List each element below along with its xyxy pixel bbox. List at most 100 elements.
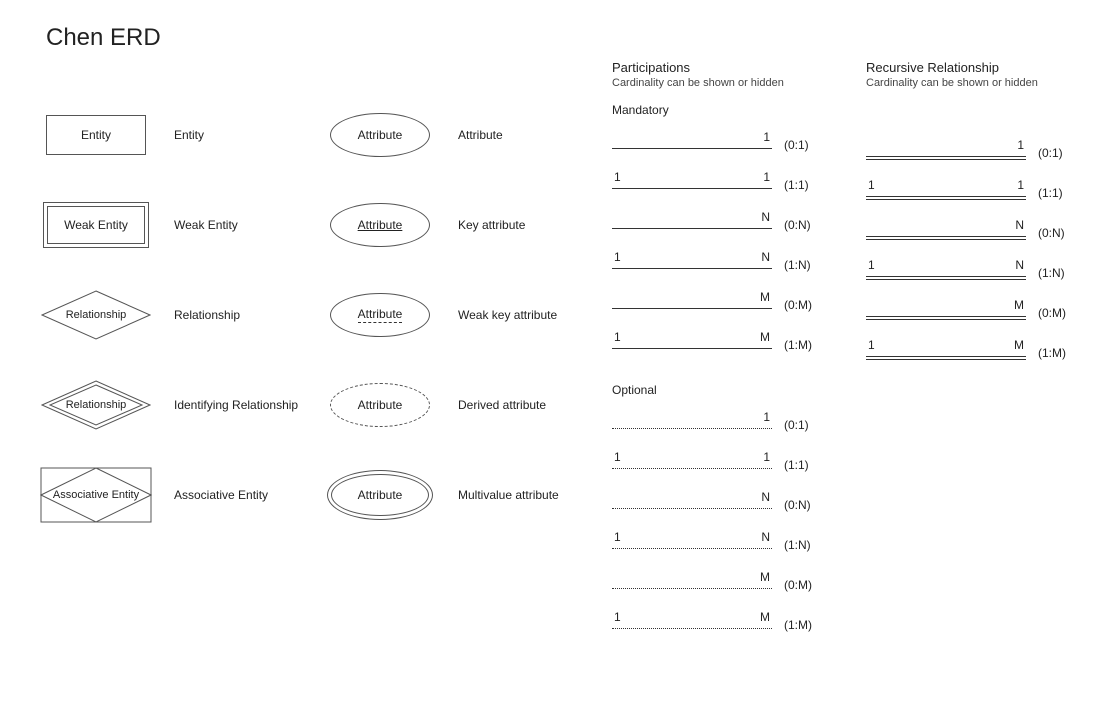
shape-text: Attribute — [358, 128, 403, 142]
recursive-subheading: Cardinality can be shown or hidden — [866, 77, 1096, 89]
cardinality-left: 1 — [614, 450, 621, 464]
cardinality-left: 1 — [614, 530, 621, 544]
cardinality-row: M (0:M) — [612, 565, 842, 605]
cardinality-left: 1 — [614, 610, 621, 624]
associative-entity-shape: Associative Entity — [40, 467, 152, 523]
cardinality-right: 1 — [763, 130, 770, 144]
cardinality-right: M — [1014, 298, 1024, 312]
cardinality-left: 1 — [868, 178, 875, 192]
shape-label: Multivalue attribute — [458, 488, 559, 502]
cardinality-row: N (0:N) — [866, 213, 1096, 253]
cardinality-row: 1 1 (1:1) — [612, 165, 842, 205]
shape-text: Attribute — [358, 488, 403, 502]
cardinality-left: 1 — [614, 170, 621, 184]
cardinality-right: M — [760, 330, 770, 344]
cardinality-row: N(0:N) — [612, 485, 842, 525]
cardinality-row: M(0:M) — [612, 285, 842, 325]
cardinality-row: N (0:N) — [612, 205, 842, 245]
cardinality-notation: (0:M) — [1038, 306, 1066, 320]
shape-row-key-attribute: Attribute Key attribute — [320, 180, 600, 270]
shape-label: Key attribute — [458, 218, 525, 232]
cardinality-row: 1 M (1:M) — [612, 325, 842, 365]
cardinality-row: 1 M (1:M) — [612, 605, 842, 645]
cardinality-notation: (0:M) — [784, 578, 812, 592]
cardinality-notation: (0:1) — [784, 138, 809, 152]
cardinality-notation: (1:N) — [784, 258, 811, 272]
shape-label: Weak key attribute — [458, 308, 557, 322]
cardinality-right: M — [760, 570, 770, 584]
cardinality-notation: (0:1) — [1038, 146, 1063, 160]
recursive-section: Recursive Relationship Cardinality can b… — [866, 60, 1096, 373]
cardinality-notation: (1:M) — [1038, 346, 1066, 360]
shape-row-weak-entity: Weak Entity Weak Entity — [36, 180, 306, 270]
shapes-column-entities: Entity Entity Weak Entity Weak Entity Re… — [36, 90, 306, 540]
cardinality-notation: (1:N) — [784, 538, 811, 552]
cardinality-right: 1 — [1017, 178, 1024, 192]
cardinality-notation: (1:1) — [784, 178, 809, 192]
shape-text: Weak Entity — [64, 218, 128, 232]
cardinality-right: 1 — [763, 450, 770, 464]
shape-label: Identifying Relationship — [174, 398, 298, 412]
shape-row-relationship: Relationship Relationship — [36, 270, 306, 360]
shape-row-weak-key-attribute: Attribute Weak key attribute — [320, 270, 600, 360]
cardinality-right: N — [761, 530, 770, 544]
cardinality-row: 1 N (1:N) — [612, 245, 842, 285]
cardinality-notation: (0:N) — [784, 218, 811, 232]
cardinality-right: N — [761, 210, 770, 224]
shape-row-derived-attribute: Attribute Derived attribute — [320, 360, 600, 450]
cardinality-row: 1 (0:1) — [866, 133, 1096, 173]
cardinality-notation: (0:1) — [784, 418, 809, 432]
shape-label: Weak Entity — [174, 218, 238, 232]
cardinality-notation: (0:M) — [784, 298, 812, 312]
shapes-column-attributes: Attribute Attribute Attribute Key attrib… — [320, 90, 600, 540]
cardinality-right: M — [1014, 338, 1024, 352]
cardinality-notation: (0:N) — [1038, 226, 1065, 240]
weak-key-attribute-shape: Attribute — [330, 293, 430, 337]
cardinality-row: M (0:M) — [866, 293, 1096, 333]
shape-text: Relationship — [41, 290, 151, 340]
cardinality-notation: (1:1) — [784, 458, 809, 472]
cardinality-right: 1 — [763, 170, 770, 184]
cardinality-row: 1 N (1:N) — [612, 525, 842, 565]
derived-attribute-shape: Attribute — [330, 383, 430, 427]
relationship-shape: Relationship — [41, 290, 151, 340]
cardinality-row: 1 1 (1:1) — [866, 173, 1096, 213]
shape-label: Derived attribute — [458, 398, 546, 412]
shape-text: Attribute — [358, 307, 403, 323]
cardinality-left: 1 — [868, 258, 875, 272]
recursive-heading: Recursive Relationship — [866, 60, 1096, 75]
cardinality-row: 1 (0:1) — [612, 125, 842, 165]
attribute-shape: Attribute — [330, 113, 430, 157]
shape-text: Associative Entity — [40, 467, 152, 523]
cardinality-right: 1 — [1017, 138, 1024, 152]
participations-section: Participations Cardinality can be shown … — [612, 60, 842, 645]
cardinality-notation: (1:M) — [784, 618, 812, 632]
shape-text: Attribute — [358, 398, 403, 412]
shape-label: Entity — [174, 128, 204, 142]
cardinality-left: 1 — [614, 250, 621, 264]
cardinality-right: N — [1015, 218, 1024, 232]
shape-label: Attribute — [458, 128, 503, 142]
optional-label: Optional — [612, 383, 842, 397]
shape-text: Relationship — [41, 380, 151, 430]
cardinality-right: N — [761, 490, 770, 504]
cardinality-notation: (1:1) — [1038, 186, 1063, 200]
shape-label: Relationship — [174, 308, 240, 322]
cardinality-notation: (1:N) — [1038, 266, 1065, 280]
cardinality-row: 1 1 (1:1) — [612, 445, 842, 485]
cardinality-row: 1N(1:N) — [866, 253, 1096, 293]
shape-row-attribute: Attribute Attribute — [320, 90, 600, 180]
shape-row-identifying-relationship: Relationship Identifying Relationship — [36, 360, 306, 450]
cardinality-right: 1 — [763, 410, 770, 424]
cardinality-left: 1 — [614, 330, 621, 344]
shape-text: Attribute — [358, 218, 403, 232]
participations-subheading: Cardinality can be shown or hidden — [612, 77, 842, 89]
participations-heading: Participations — [612, 60, 842, 75]
cardinality-right: N — [761, 250, 770, 264]
shape-text: Entity — [81, 128, 111, 142]
shape-label: Associative Entity — [174, 488, 268, 502]
mandatory-label: Mandatory — [612, 103, 842, 117]
cardinality-notation: (1:M) — [784, 338, 812, 352]
cardinality-right: M — [760, 610, 770, 624]
page-title: Chen ERD — [46, 24, 161, 52]
